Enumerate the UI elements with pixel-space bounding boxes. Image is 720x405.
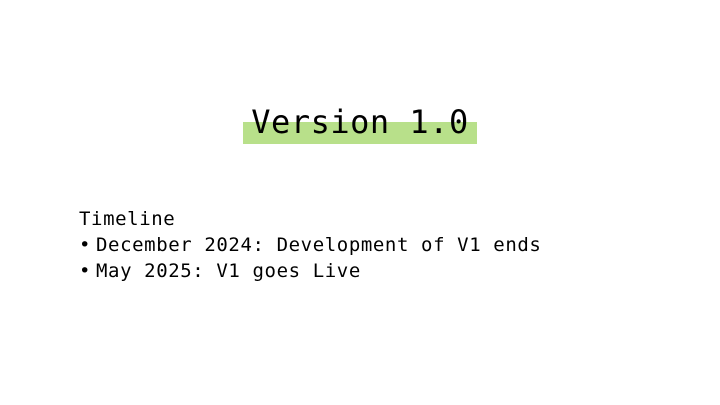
slide: Version 1.0 Timeline • December 2024: De… [0, 0, 720, 405]
bullet-icon: • [79, 234, 92, 256]
timeline-list: • December 2024: Development of V1 ends … [79, 232, 541, 284]
title-area: Version 1.0 [0, 100, 720, 144]
list-item-text: December 2024: Development of V1 ends [96, 234, 542, 256]
list-item: • December 2024: Development of V1 ends [79, 232, 541, 258]
list-item-text: May 2025: V1 goes Live [96, 260, 361, 282]
timeline-heading: Timeline [79, 208, 176, 230]
list-item: • May 2025: V1 goes Live [79, 258, 541, 284]
slide-body: Timeline • December 2024: Development of… [79, 206, 541, 284]
bullet-icon: • [79, 260, 92, 282]
slide-title: Version 1.0 [243, 100, 477, 144]
slide-title-text: Version 1.0 [251, 103, 469, 141]
